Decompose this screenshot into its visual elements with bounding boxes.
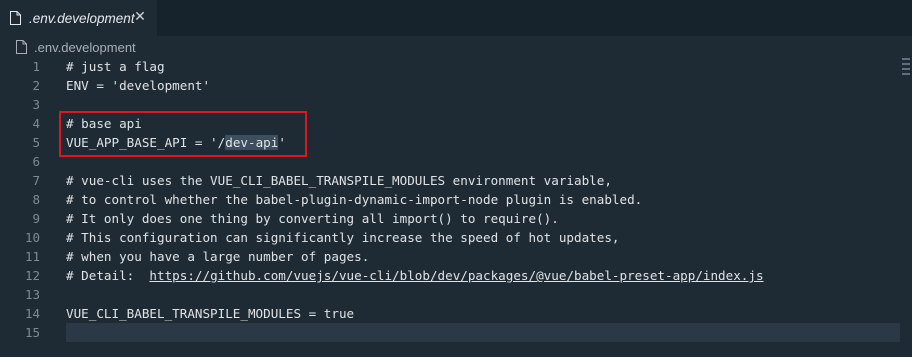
line-text[interactable]: ENV = 'development' bbox=[66, 76, 210, 95]
scrollbar-marker bbox=[902, 63, 910, 65]
line-number: 14 bbox=[24, 306, 40, 321]
line-number: 7 bbox=[32, 173, 40, 188]
close-icon[interactable]: ✕ bbox=[132, 9, 148, 25]
vertical-scrollbar[interactable] bbox=[900, 57, 912, 357]
line-text[interactable]: # It only does one thing by converting a… bbox=[66, 209, 559, 228]
code-line[interactable]: 14 VUE_CLI_BABEL_TRANSPILE_MODULES = tru… bbox=[0, 304, 900, 323]
code-line[interactable]: 15 bbox=[0, 323, 900, 342]
scrollbar-marker bbox=[902, 68, 910, 70]
file-icon bbox=[16, 40, 27, 54]
line-number: 5 bbox=[32, 135, 40, 150]
annotation-highlight-box bbox=[59, 111, 307, 157]
code-line[interactable]: 12 # Detail: https://github.com/vuejs/vu… bbox=[0, 266, 900, 285]
line-text[interactable]: # just a flag bbox=[66, 57, 165, 76]
code-line[interactable]: 8 # to control whether the babel-plugin-… bbox=[0, 190, 900, 209]
code-line[interactable]: 2 ENV = 'development' bbox=[0, 76, 900, 95]
breadcrumb: .env.development bbox=[16, 38, 136, 56]
line-text[interactable]: # vue-cli uses the VUE_CLI_BABEL_TRANSPI… bbox=[66, 171, 612, 190]
line-number: 11 bbox=[24, 249, 40, 264]
detail-link[interactable]: https://github.com/vuejs/vue-cli/blob/de… bbox=[149, 268, 763, 283]
tab-label: .env.development bbox=[29, 10, 135, 26]
line-number: 9 bbox=[32, 211, 40, 226]
line-number: 10 bbox=[24, 230, 40, 245]
line-text[interactable]: # This configuration can significantly i… bbox=[66, 228, 620, 247]
line-number: 1 bbox=[32, 59, 40, 74]
code-line[interactable]: 1 # just a flag bbox=[0, 57, 900, 76]
line-text[interactable]: # Detail: https://github.com/vuejs/vue-c… bbox=[66, 266, 764, 285]
scrollbar-marker bbox=[902, 73, 910, 75]
line-text[interactable]: # when you have a large number of pages. bbox=[66, 247, 369, 266]
line-number: 13 bbox=[24, 287, 40, 302]
scrollbar-marker bbox=[902, 58, 910, 60]
code-segment: # Detail: bbox=[66, 268, 150, 283]
line-text[interactable]: # to control whether the babel-plugin-dy… bbox=[66, 190, 642, 209]
line-number: 2 bbox=[32, 78, 40, 93]
code-editor[interactable]: 1 # just a flag 2 ENV = 'development' 3 … bbox=[0, 57, 900, 357]
line-text[interactable]: VUE_CLI_BABEL_TRANSPILE_MODULES = true bbox=[66, 304, 354, 323]
code-line[interactable]: 7 # vue-cli uses the VUE_CLI_BABEL_TRANS… bbox=[0, 171, 900, 190]
code-line[interactable]: 13 bbox=[0, 285, 900, 304]
tab-bar: .env.development ✕ bbox=[0, 0, 912, 36]
code-line[interactable]: 9 # It only does one thing by converting… bbox=[0, 209, 900, 228]
file-icon bbox=[10, 11, 21, 25]
line-number: 6 bbox=[32, 154, 40, 169]
line-number: 4 bbox=[32, 116, 40, 131]
line-number: 8 bbox=[32, 192, 40, 207]
breadcrumb-item-file[interactable]: .env.development bbox=[34, 40, 136, 55]
code-line[interactable]: 11 # when you have a large number of pag… bbox=[0, 247, 900, 266]
line-number: 12 bbox=[24, 268, 40, 283]
code-line[interactable]: 10 # This configuration can significantl… bbox=[0, 228, 900, 247]
line-number: 15 bbox=[24, 325, 40, 340]
tab-env-development[interactable]: .env.development ✕ bbox=[0, 0, 157, 36]
line-number: 3 bbox=[32, 97, 40, 112]
